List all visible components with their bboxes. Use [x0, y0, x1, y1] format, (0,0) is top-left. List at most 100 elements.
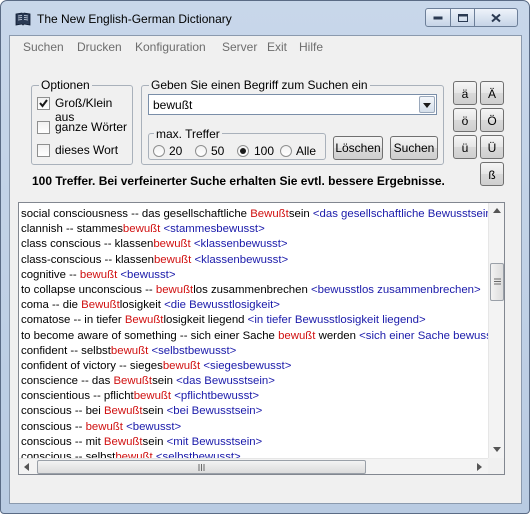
- result-line[interactable]: confident of victory -- siegesbewußt <si…: [21, 359, 488, 374]
- scroll-up-icon[interactable]: [493, 208, 501, 213]
- maximize-icon: [457, 13, 468, 22]
- menu-server[interactable]: Server: [222, 40, 257, 54]
- max-hits-radio-50[interactable]: [195, 145, 207, 157]
- menu-drucken[interactable]: Drucken: [77, 40, 122, 54]
- result-match: bewußt: [278, 329, 316, 342]
- result-match: bewußt: [162, 359, 201, 372]
- result-normalized: <bei Bewusstsein>: [166, 405, 263, 418]
- max-hits-radio-100[interactable]: [237, 145, 249, 157]
- result-normalized: <sich einer Sache bewusst werden>: [359, 329, 488, 342]
- case-insensitive-checkbox[interactable]: [37, 97, 50, 110]
- result-line[interactable]: comatose -- in tiefer Bewußtlosigkeit li…: [21, 313, 488, 328]
- result-match: bewußt: [79, 268, 118, 281]
- result-source: to collapse unconscious --: [21, 283, 156, 296]
- result-line[interactable]: conscious -- mit Bewußtsein <mit Bewusst…: [21, 435, 488, 450]
- max-hits-radio-all[interactable]: [280, 145, 292, 157]
- this-word-checkbox[interactable]: [37, 144, 50, 157]
- result-line[interactable]: conscious -- bei Bewußtsein <bei Bewusst…: [21, 404, 488, 419]
- umlaut-u-button[interactable]: ü: [453, 135, 477, 159]
- result-source: class-conscious -- klassen: [21, 253, 154, 266]
- result-line[interactable]: to collapse unconscious -- bewußtlos zus…: [21, 283, 488, 298]
- menu-hilfe[interactable]: Hilfe: [299, 40, 323, 54]
- search-button[interactable]: Suchen: [390, 136, 438, 160]
- result-line[interactable]: to become aware of something -- sich ein…: [21, 329, 488, 344]
- result-rest: los zusammenbrechen: [193, 283, 311, 296]
- result-line[interactable]: social consciousness -- das gesellschaft…: [21, 207, 488, 222]
- close-button[interactable]: [474, 8, 518, 27]
- result-rest: losigkeit: [119, 299, 165, 312]
- horizontal-scroll-thumb[interactable]: [37, 460, 366, 474]
- book-icon: [15, 12, 31, 26]
- umlaut-O-button[interactable]: Ö: [480, 108, 504, 132]
- result-normalized: <klassenbewusst>: [193, 238, 288, 251]
- result-source: conscientious -- pflicht: [21, 390, 134, 403]
- minimize-button[interactable]: [425, 8, 451, 27]
- result-match: bewußt: [133, 390, 172, 403]
- result-normalized: <selbstbewusst>: [151, 344, 237, 357]
- scroll-down-icon[interactable]: [493, 447, 501, 452]
- scroll-right-icon[interactable]: [477, 463, 482, 471]
- result-line[interactable]: coma -- die Bewußtlosigkeit <die Bewusst…: [21, 298, 488, 313]
- result-line[interactable]: conscientious -- pflichtbewußt <pflichtb…: [21, 389, 488, 404]
- whole-words-checkbox[interactable]: [37, 121, 50, 134]
- grip-icon: [198, 464, 205, 471]
- title-bar[interactable]: The New English-German Dictionary: [1, 1, 529, 33]
- umlaut-U-button[interactable]: Ü: [480, 135, 504, 159]
- status-text: 100 Treffer. Bei verfeinerter Suche erha…: [32, 174, 445, 188]
- this-word-label: dieses Wort: [55, 143, 119, 157]
- result-normalized: <klassenbewusst>: [194, 253, 289, 266]
- window-title: The New English-German Dictionary: [37, 12, 232, 26]
- menu-konfiguration[interactable]: Konfiguration: [135, 40, 206, 54]
- client-area: Suchen Drucken Konfiguration Server Exit…: [9, 35, 522, 504]
- horizontal-scrollbar[interactable]: [19, 458, 488, 474]
- results-list[interactable]: social consciousness -- das gesellschaft…: [18, 202, 505, 475]
- max-hits-label-all: Alle: [296, 144, 317, 158]
- result-line[interactable]: conscious -- bewußt <bewusst>: [21, 420, 488, 435]
- result-match: bewußt: [85, 420, 123, 433]
- umlaut-o-button[interactable]: ö: [453, 108, 477, 132]
- result-line[interactable]: cognitive -- bewußt <bewusst>: [21, 268, 488, 283]
- result-source: confident -- selbst: [21, 344, 111, 357]
- result-line[interactable]: class conscious -- klassenbewußt <klasse…: [21, 237, 488, 252]
- result-match: bewußt: [153, 253, 192, 266]
- umlaut-a-button[interactable]: ä: [453, 81, 477, 105]
- result-normalized: <das Bewusstsein>: [176, 375, 275, 388]
- max-hits-radio-20[interactable]: [153, 145, 165, 157]
- result-source: class conscious -- klassen: [21, 238, 154, 251]
- result-match: Bewußt: [124, 314, 164, 327]
- result-source: conscience -- das: [21, 375, 114, 388]
- search-group-title: Geben Sie einen Begriff zum Suchen ein: [149, 78, 370, 92]
- result-line[interactable]: confident -- selbstbewußt <selbstbewusst…: [21, 344, 488, 359]
- scroll-left-icon[interactable]: [24, 463, 29, 471]
- result-normalized: <pflichtbewusst>: [174, 390, 260, 403]
- result-match: bewußt: [155, 283, 194, 296]
- result-line[interactable]: clannish -- stammesbewußt <stammesbewuss…: [21, 222, 488, 237]
- result-normalized: <die Bewusstlosigkeit>: [164, 299, 280, 312]
- result-match: bewußt: [110, 344, 149, 357]
- eszett-button[interactable]: ß: [480, 162, 504, 186]
- max-hits-label-20: 20: [169, 144, 183, 158]
- vertical-scroll-thumb[interactable]: [490, 263, 504, 301]
- result-rest: sein: [152, 375, 177, 388]
- menu-exit[interactable]: Exit: [267, 40, 287, 54]
- search-input[interactable]: bewußt: [148, 94, 437, 115]
- search-input-value: bewußt: [153, 98, 193, 112]
- menu-bar: Suchen Drucken Konfiguration Server Exit…: [10, 36, 521, 57]
- vertical-scrollbar[interactable]: [488, 203, 504, 458]
- result-normalized: <mit Bewusstsein>: [166, 435, 263, 448]
- maximize-button[interactable]: [450, 8, 475, 27]
- options-group-title: Optionen: [39, 78, 92, 92]
- max-hits-label-50: 50: [211, 144, 225, 158]
- result-line[interactable]: conscience -- das Bewußtsein <das Bewuss…: [21, 374, 488, 389]
- result-match: Bewußt: [113, 375, 153, 388]
- clear-button[interactable]: Löschen: [333, 136, 383, 160]
- result-line[interactable]: class-conscious -- klassenbewußt <klasse…: [21, 253, 488, 268]
- umlaut-A-button[interactable]: Ä: [480, 81, 504, 105]
- search-dropdown-button[interactable]: [419, 96, 435, 113]
- checkmark-icon: [39, 99, 48, 108]
- result-match: bewußt: [153, 238, 191, 251]
- whole-words-label: ganze Wörter: [55, 120, 128, 134]
- result-source: to become aware of something -- sich ein…: [21, 329, 279, 342]
- menu-suchen[interactable]: Suchen: [23, 40, 64, 54]
- result-source: conscious -- bei: [21, 405, 104, 418]
